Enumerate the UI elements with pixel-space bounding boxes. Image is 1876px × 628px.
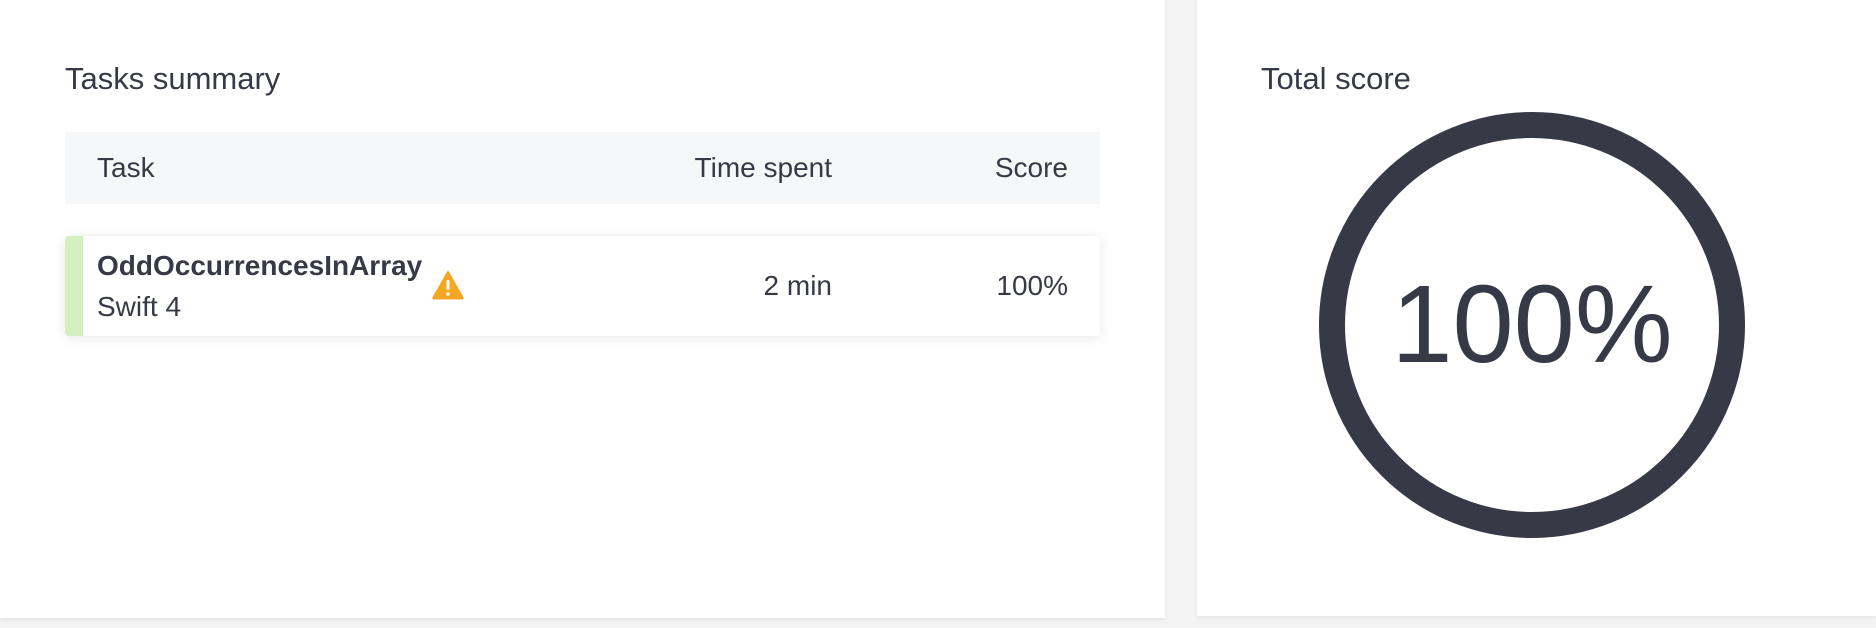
- column-header-time-spent: Time spent: [694, 152, 832, 183]
- warning-icon[interactable]: [432, 270, 464, 300]
- task-status-indicator: [65, 236, 83, 336]
- column-header-task: Task: [97, 152, 155, 183]
- total-score-title: Total score: [1261, 61, 1411, 96]
- warning-icon-graphic: [432, 271, 464, 300]
- table-header: Task Time spent Score: [65, 132, 1100, 204]
- tasks-summary-card: Tasks summary Task Time spent Score OddO…: [0, 0, 1165, 618]
- task-score: 100%: [996, 270, 1068, 301]
- total-score-value: 100%: [1391, 263, 1673, 386]
- task-row[interactable]: OddOccurrencesInArray Swift 4 2 min 100%: [65, 236, 1100, 336]
- total-score-card: Total score 100%: [1197, 0, 1876, 616]
- task-name[interactable]: OddOccurrencesInArray: [97, 248, 422, 284]
- task-time-spent: 2 min: [763, 270, 832, 301]
- task-language: Swift 4: [97, 291, 182, 322]
- tasks-summary-title: Tasks summary: [65, 61, 281, 96]
- column-header-score: Score: [994, 152, 1068, 183]
